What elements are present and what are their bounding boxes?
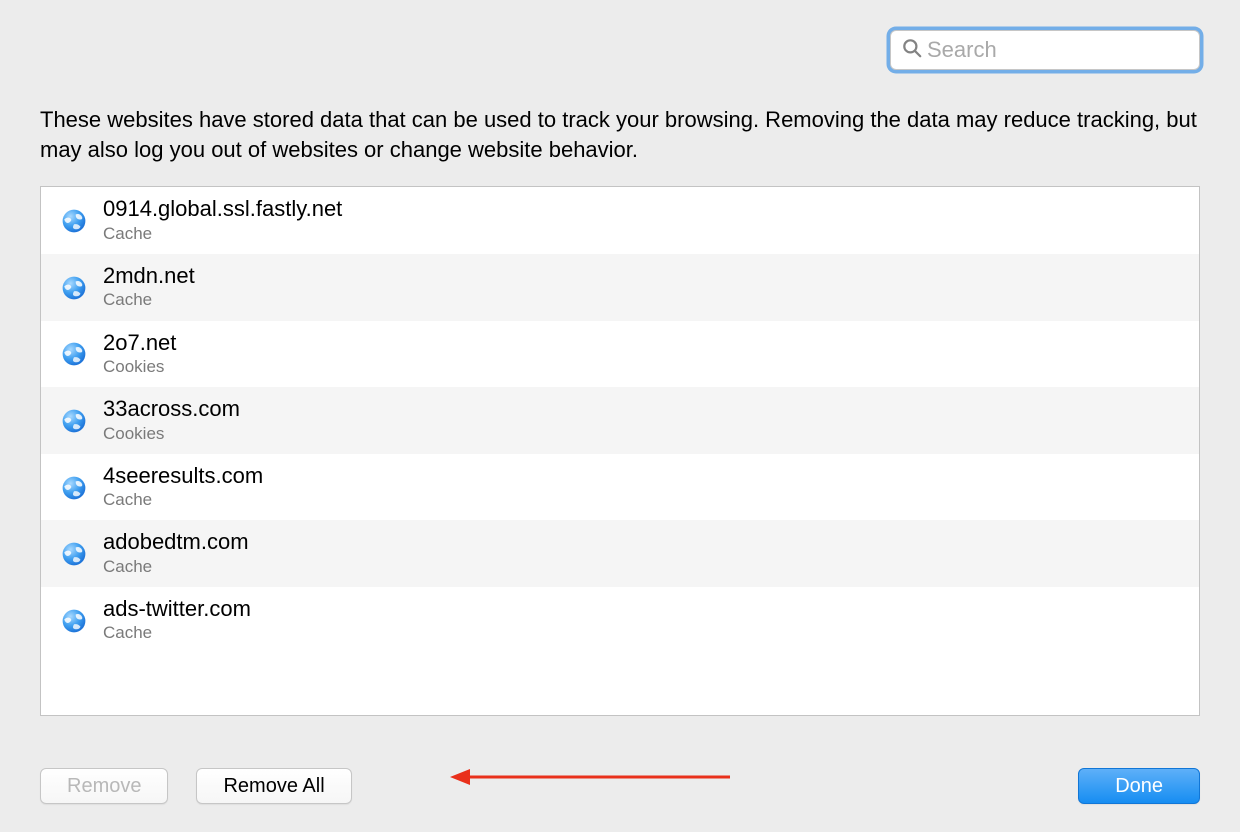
list-item[interactable]: adobedtm.comCache (41, 520, 1199, 587)
site-data-type: Cache (103, 556, 249, 578)
search-input[interactable] (927, 37, 1215, 63)
website-data-panel: These websites have stored data that can… (0, 0, 1240, 832)
list-item[interactable]: 4seeresults.comCache (41, 454, 1199, 521)
site-text: adobedtm.comCache (103, 528, 249, 578)
site-text: 4seeresults.comCache (103, 462, 263, 512)
site-text: 33across.comCookies (103, 395, 240, 445)
list-item[interactable]: 2mdn.netCache (41, 254, 1199, 321)
site-text: ads-twitter.comCache (103, 595, 251, 645)
site-domain: 2mdn.net (103, 262, 195, 290)
button-row: Remove Remove All Done (40, 768, 1200, 804)
globe-icon (61, 275, 87, 301)
globe-icon (61, 475, 87, 501)
globe-icon (61, 408, 87, 434)
site-domain: adobedtm.com (103, 528, 249, 556)
site-text: 2mdn.netCache (103, 262, 195, 312)
done-button[interactable]: Done (1078, 768, 1200, 804)
website-list[interactable]: 0914.global.ssl.fastly.netCache2mdn.netC… (40, 186, 1200, 716)
site-data-type: Cache (103, 489, 263, 511)
list-item[interactable]: 33across.comCookies (41, 387, 1199, 454)
site-domain: 4seeresults.com (103, 462, 263, 490)
list-item[interactable]: 0914.global.ssl.fastly.netCache (41, 187, 1199, 254)
panel-description: These websites have stored data that can… (40, 105, 1200, 164)
site-domain: 33across.com (103, 395, 240, 423)
site-domain: ads-twitter.com (103, 595, 251, 623)
search-box[interactable] (890, 30, 1200, 70)
site-data-type: Cache (103, 289, 195, 311)
site-text: 0914.global.ssl.fastly.netCache (103, 195, 342, 245)
list-item[interactable]: 2o7.netCookies (41, 321, 1199, 388)
globe-icon (61, 341, 87, 367)
site-text: 2o7.netCookies (103, 329, 176, 379)
site-data-type: Cookies (103, 356, 176, 378)
site-data-type: Cache (103, 223, 342, 245)
search-icon (901, 37, 927, 64)
site-data-type: Cookies (103, 423, 240, 445)
list-item[interactable]: ads-twitter.comCache (41, 587, 1199, 654)
site-data-type: Cache (103, 622, 251, 644)
site-domain: 0914.global.ssl.fastly.net (103, 195, 342, 223)
globe-icon (61, 208, 87, 234)
globe-icon (61, 608, 87, 634)
search-container (890, 30, 1200, 70)
globe-icon (61, 541, 87, 567)
remove-button[interactable]: Remove (40, 768, 168, 804)
site-domain: 2o7.net (103, 329, 176, 357)
remove-all-button[interactable]: Remove All (196, 768, 351, 804)
